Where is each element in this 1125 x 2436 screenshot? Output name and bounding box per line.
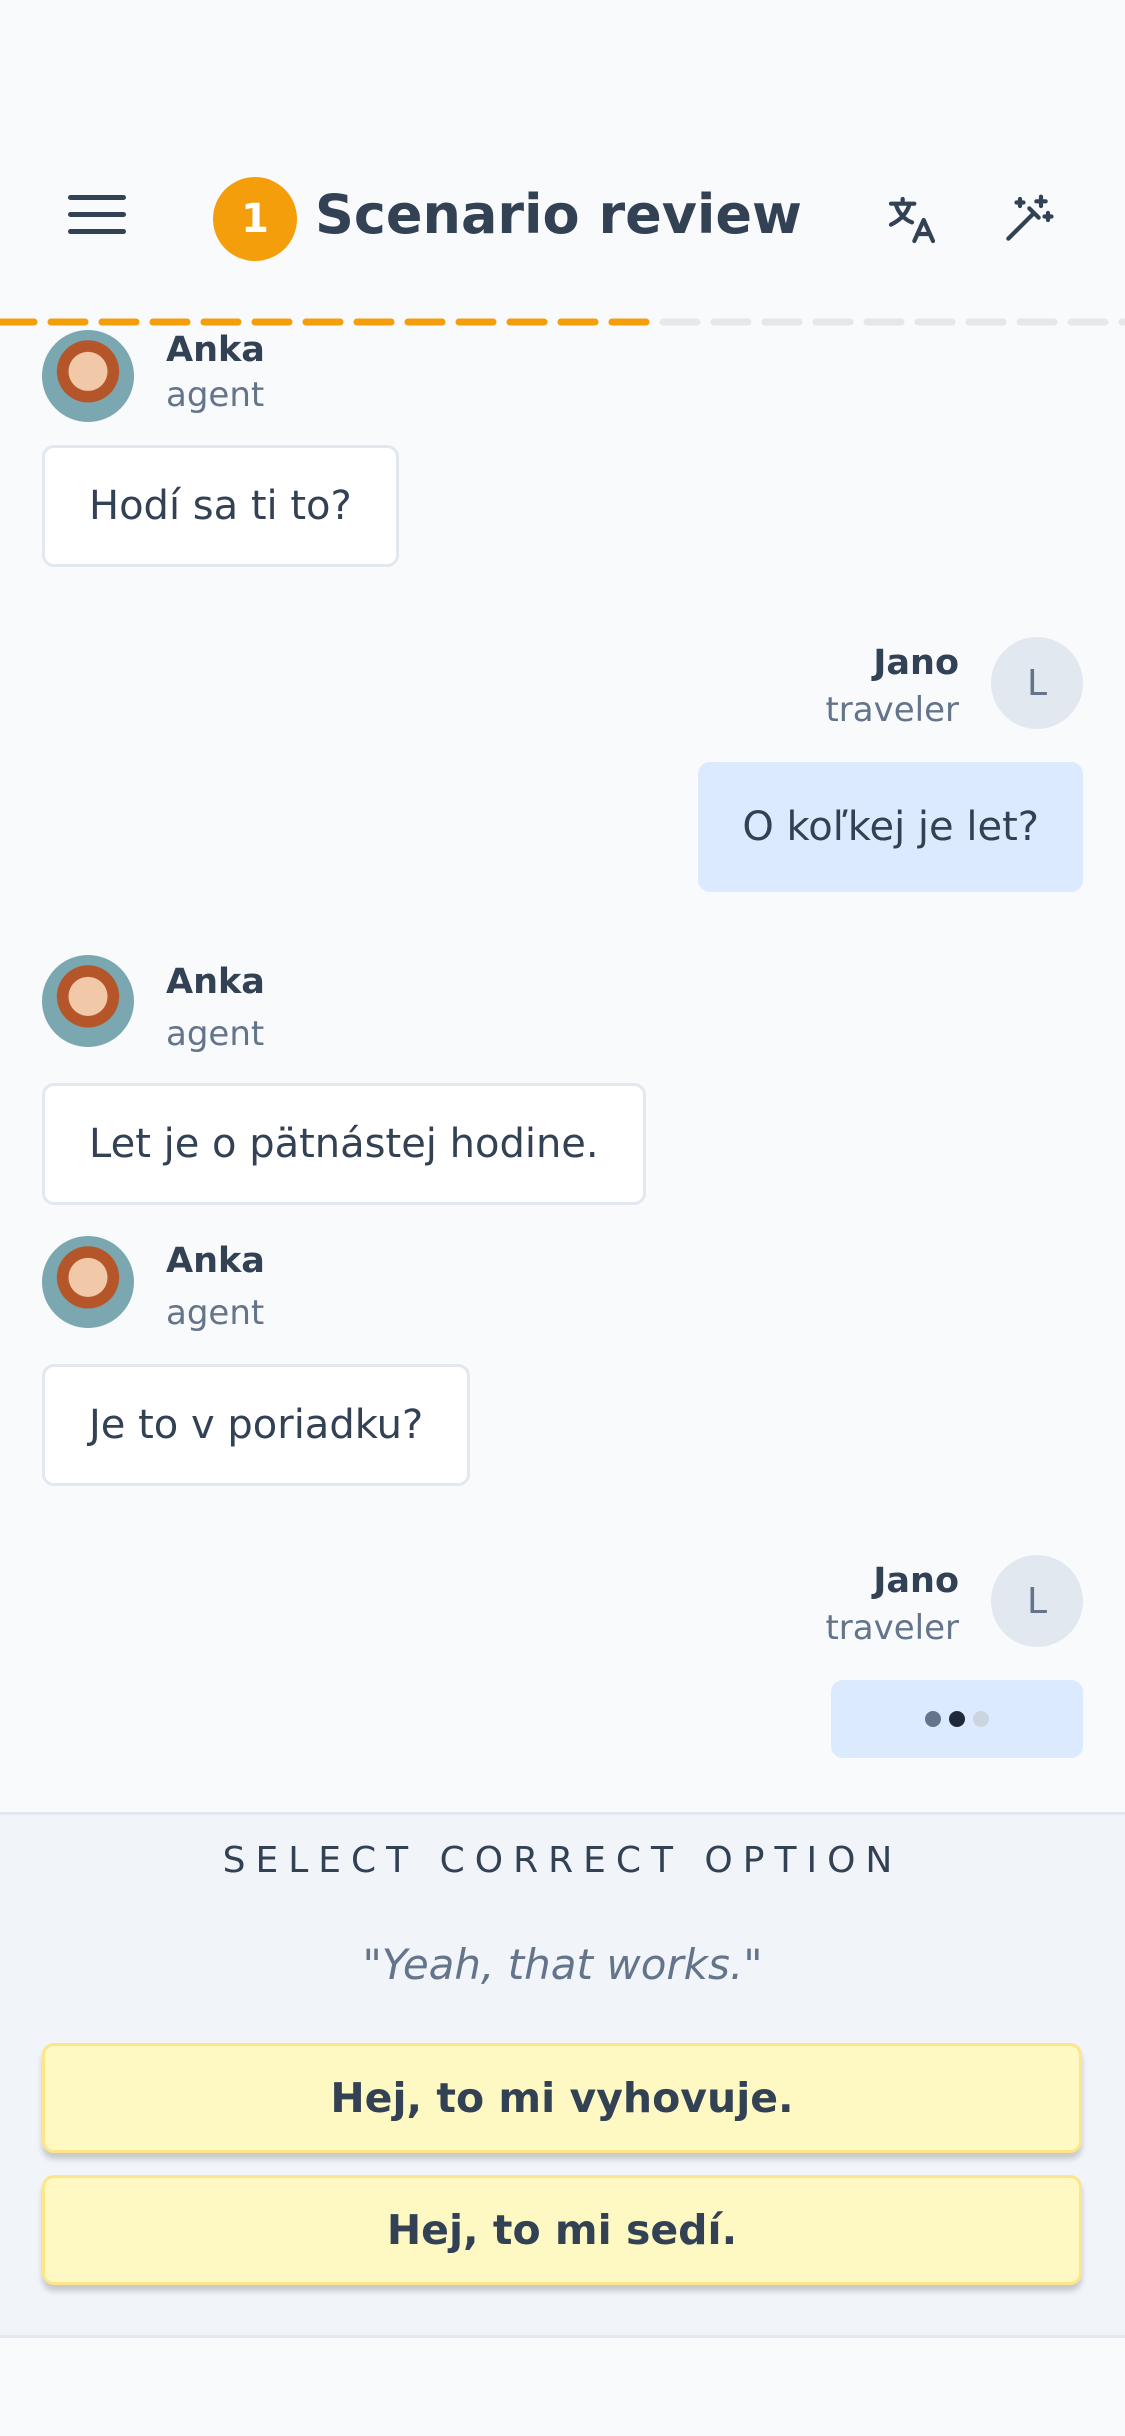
- select-label: SELECT CORRECT OPTION: [222, 1840, 903, 1881]
- message-bubble[interactable]: Hodí sa ti to?: [42, 445, 399, 567]
- traveler-avatar: L: [991, 1555, 1083, 1647]
- agent-avatar: [42, 955, 134, 1047]
- menu-icon: [68, 195, 126, 200]
- chat-thread[interactable]: Anka agent Hodí sa ti to? Jano traveler …: [0, 330, 1125, 1812]
- menu-button[interactable]: [68, 195, 126, 239]
- sender-name: Anka: [166, 1241, 265, 1281]
- sender-name: Anka: [166, 962, 265, 1002]
- translate-button[interactable]: [880, 188, 944, 252]
- sender-role: agent: [166, 1014, 265, 1054]
- page-title: Scenario review: [315, 183, 802, 246]
- option-button[interactable]: Hej, to mi vyhovuje.: [42, 2043, 1082, 2153]
- magic-wand-icon: [1006, 194, 1054, 241]
- traveler-avatar: L: [991, 637, 1083, 729]
- typing-dot: [949, 1711, 965, 1727]
- agent-avatar: [42, 1236, 134, 1328]
- sender-name: Jano: [873, 1561, 959, 1601]
- sender-role: traveler: [825, 1608, 959, 1648]
- typing-dot: [925, 1711, 941, 1727]
- sender-role: agent: [166, 375, 265, 415]
- sender-name: Jano: [873, 643, 959, 683]
- progress-bar: [0, 318, 1125, 326]
- sender-name: Anka: [166, 330, 265, 370]
- prompt-text: "Yeah, that works.": [362, 1940, 763, 1989]
- option-button[interactable]: Hej, to mi sedí.: [42, 2175, 1082, 2285]
- magic-button[interactable]: [995, 188, 1059, 252]
- typing-indicator: [831, 1680, 1083, 1758]
- message-bubble[interactable]: Let je o pätnástej hodine.: [42, 1083, 646, 1205]
- sender-role: agent: [166, 1293, 265, 1333]
- agent-avatar: [42, 330, 134, 422]
- message-bubble[interactable]: Je to v poriadku?: [42, 1364, 471, 1486]
- translate-icon: [888, 196, 936, 244]
- top-bar: 1 Scenario review: [0, 0, 1125, 330]
- step-badge: 1: [213, 177, 297, 261]
- message-bubble[interactable]: O koľkej je let?: [698, 762, 1083, 892]
- typing-dot: [973, 1711, 989, 1727]
- sender-role: traveler: [825, 690, 959, 730]
